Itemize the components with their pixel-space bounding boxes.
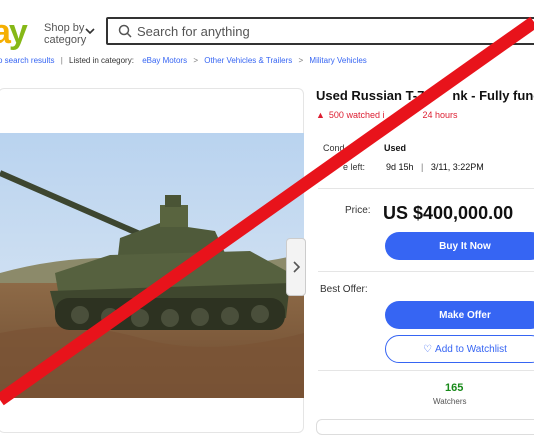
shop-by-category-button[interactable]: Shop by category — [44, 22, 86, 46]
divider — [318, 271, 534, 272]
breadcrumb: o search results | Listed in category: e… — [0, 56, 367, 65]
watchers-count: 165 — [445, 382, 464, 394]
condition-label: Cond — [323, 143, 345, 153]
add-to-watchlist-button[interactable]: ♡ Add to Watchlist — [385, 335, 534, 363]
back-to-search-link[interactable]: o search results — [0, 56, 54, 65]
chevron-right-icon — [293, 261, 300, 273]
tank-photo[interactable] — [0, 133, 304, 398]
breadcrumb-divider: | — [60, 56, 63, 65]
add-to-watchlist-label: Add to Watchlist — [435, 343, 507, 355]
seller-card — [316, 419, 534, 435]
listing-title-end: nk - Fully funct — [452, 88, 534, 103]
condition-value: Used — [384, 143, 407, 153]
best-offer-label: Best Offer: — [320, 284, 368, 295]
ebay-logo[interactable]: ay — [0, 12, 28, 52]
time-remaining: 9d 15h — [386, 162, 414, 172]
divider — [318, 188, 534, 189]
shop-by-label: Shop by — [44, 22, 85, 34]
chevron-down-icon[interactable] — [85, 26, 95, 38]
watched-banner: ▲ 500 watched i 24 hours — [316, 110, 458, 120]
end-time: 3/11, 3:22PM — [430, 162, 484, 172]
category-label: category — [44, 34, 87, 46]
breadcrumb-separator: > — [193, 56, 198, 65]
price-label: Price: — [345, 205, 371, 216]
breadcrumb-ebay-motors[interactable]: eBay Motors — [142, 56, 187, 65]
search-icon — [118, 24, 132, 38]
time-divider: | — [421, 162, 424, 172]
breadcrumb-military-vehicles[interactable]: Military Vehicles — [309, 56, 366, 65]
fire-icon: ▲ — [316, 110, 325, 120]
search-input[interactable]: Search for anything — [137, 24, 250, 39]
divider — [318, 370, 534, 371]
watched-text-tail: 24 hours — [422, 110, 458, 120]
make-offer-button[interactable]: Make Offer — [385, 301, 534, 329]
price-value: US $400,000.00 — [383, 203, 514, 223]
watchers-label: Watchers — [433, 397, 467, 406]
listing-title: Used Russian T-7 nk - Fully funct — [316, 88, 534, 103]
time-left-label: e left: — [343, 162, 366, 172]
breadcrumb-separator: > — [298, 56, 304, 65]
watched-text: 500 watched i — [328, 110, 385, 120]
heart-icon: ♡ — [423, 343, 433, 355]
listed-in-label: Listed in category: — [69, 56, 134, 65]
listing-title-start: Used Russian T-7 — [316, 88, 425, 103]
time-left-value: 9d 15h | 3/11, 3:22PM — [386, 162, 484, 172]
breadcrumb-other-vehicles[interactable]: Other Vehicles & Trailers — [204, 56, 292, 65]
buy-it-now-button[interactable]: Buy It Now — [385, 232, 534, 260]
next-image-button[interactable] — [286, 238, 306, 296]
